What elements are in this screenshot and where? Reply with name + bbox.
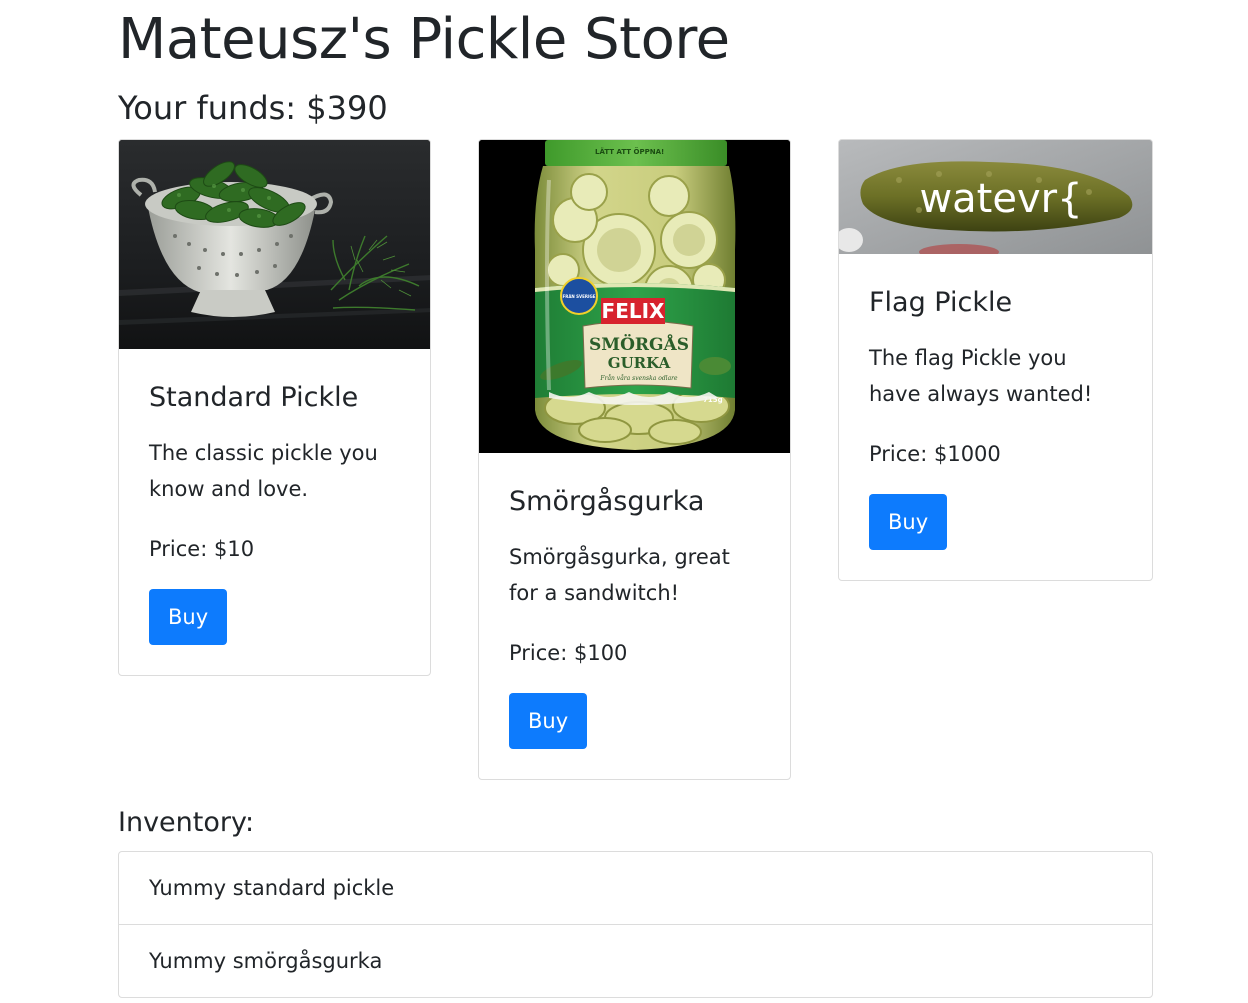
jar-label-line1: SMÖRGÅS	[589, 333, 689, 355]
jar-badge: FRÅN SVERIGE	[563, 294, 596, 299]
smorgasgurka-description: Smörgåsgurka, great for a sandwitch!	[509, 545, 730, 605]
standard-pickle-body: Standard Pickle The classic pickle you k…	[119, 380, 430, 675]
flag-pickle-image: watevr{	[839, 140, 1152, 254]
funds-value: $390	[306, 89, 388, 127]
page-title: Mateusz's Pickle Store	[118, 7, 730, 72]
standard-pickle-image	[119, 140, 430, 349]
jar-tagline: Från våra svenska odlare	[599, 375, 678, 382]
standard-pickle-title: Standard Pickle	[149, 382, 359, 413]
inventory-item: Yummy smörgåsgurka	[149, 949, 383, 973]
flag-pickle-description: The flag Pickle you have always wanted!	[869, 346, 1093, 406]
buy-flag-pickle-button[interactable]: Buy	[869, 494, 948, 550]
inventory-title: Inventory:	[118, 807, 255, 838]
jar-cap-text: LÄTT ATT ÖPPNA!	[595, 147, 664, 156]
inventory-item: Yummy standard pickle	[119, 852, 1152, 925]
smorgasgurka-body: Smörgåsgurka Smörgåsgurka, great for a s…	[479, 484, 790, 779]
jar-label-line2: GURKA	[608, 354, 671, 372]
product-card-smorgasgurka: LÄTT ATT ÖPPNA! FELIX SMÖRGÅS GURKA Från…	[478, 139, 791, 780]
jar-brand: FELIX	[602, 299, 666, 323]
standard-pickle-price: Price: $10	[149, 537, 255, 561]
flag-image-text: watevr{	[919, 176, 1082, 222]
buy-smorgasgurka-button[interactable]: Buy	[509, 693, 588, 749]
product-card-standard-pickle: Standard Pickle The classic pickle you k…	[118, 139, 431, 676]
flag-pickle-title: Flag Pickle	[869, 287, 1013, 318]
flag-pickle-price: Price: $1000	[869, 442, 1001, 466]
page: Mateusz's Pickle Store Your funds: $390	[0, 0, 1248, 1003]
smorgasgurka-image: LÄTT ATT ÖPPNA! FELIX SMÖRGÅS GURKA Från…	[479, 140, 790, 453]
inventory-list: Yummy standard pickle Yummy smörgåsgurka	[118, 851, 1153, 998]
smorgasgurka-price: Price: $100	[509, 641, 628, 665]
standard-pickle-description: The classic pickle you know and love.	[149, 441, 378, 501]
buy-standard-pickle-button[interactable]: Buy	[149, 589, 228, 645]
funds-label: Your funds:	[118, 89, 307, 127]
product-card-flag-pickle: watevr{ Flag Pickle The flag Pickle you …	[838, 139, 1153, 581]
flag-pickle-body: Flag Pickle The flag Pickle you have alw…	[839, 285, 1152, 580]
smorgasgurka-title: Smörgåsgurka	[509, 486, 705, 517]
funds-display: Your funds: $390	[118, 86, 388, 130]
